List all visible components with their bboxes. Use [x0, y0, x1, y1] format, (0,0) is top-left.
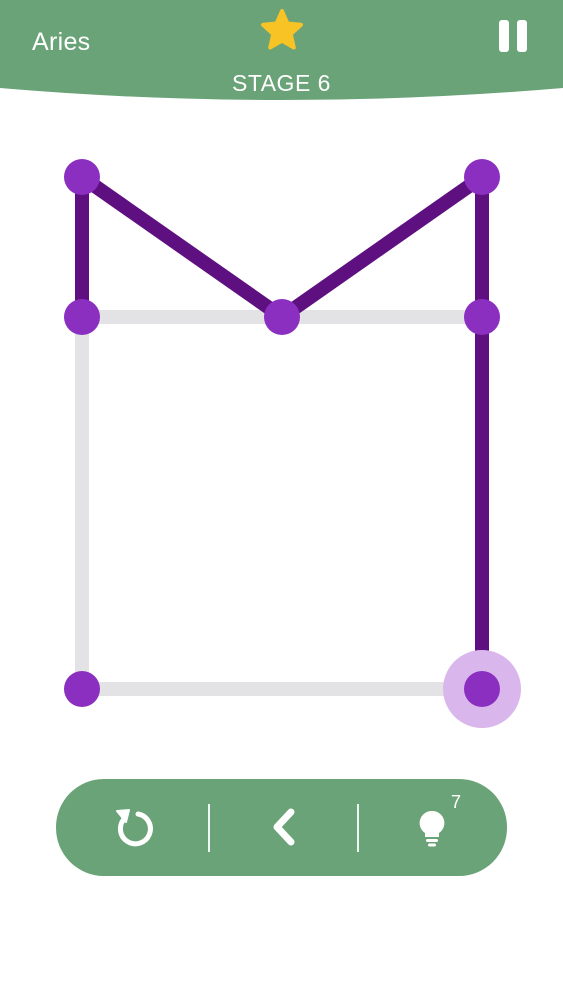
- edge-drawn-diagonal-left: [75, 170, 289, 324]
- chevron-left-icon: [273, 808, 295, 846]
- dot-top-left[interactable]: [64, 159, 100, 195]
- dot-bottom-right-active[interactable]: [464, 671, 500, 707]
- puzzle-board[interactable]: [0, 0, 563, 780]
- edge-drawn-diagonal-right: [275, 170, 489, 324]
- dot-middle-center[interactable]: [264, 299, 300, 335]
- dot-top-right[interactable]: [464, 159, 500, 195]
- bottom-toolbar: 7: [56, 779, 507, 876]
- hint-count-badge: 7: [451, 792, 462, 812]
- toolbar-divider: [357, 804, 359, 852]
- restart-icon: [116, 809, 153, 847]
- dot-bottom-left[interactable]: [64, 671, 100, 707]
- restart-button[interactable]: [102, 797, 162, 857]
- toolbar-divider: [208, 804, 210, 852]
- game-screen: Aries STAGE 6 7: [0, 0, 563, 1000]
- back-button[interactable]: [254, 797, 314, 857]
- dot-middle-right[interactable]: [464, 299, 500, 335]
- dot-middle-left[interactable]: [64, 299, 100, 335]
